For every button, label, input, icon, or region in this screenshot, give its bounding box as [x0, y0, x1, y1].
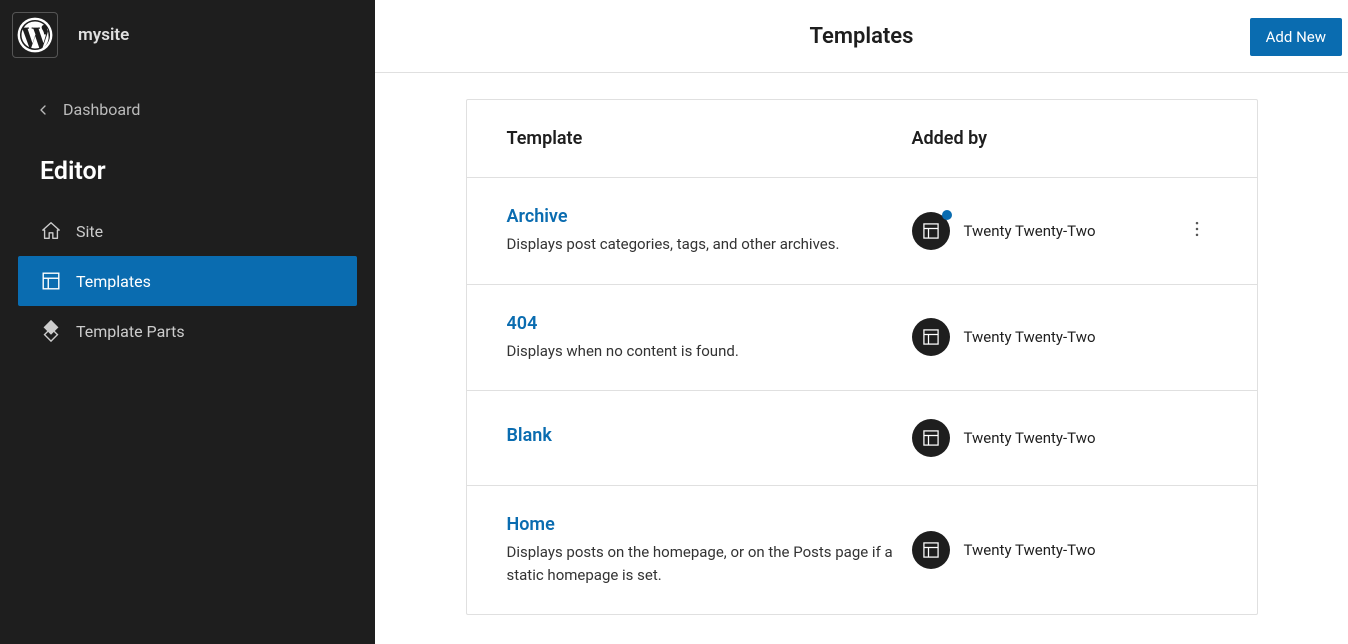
editor-nav: Site Templates Template Parts: [0, 206, 375, 356]
template-description: Displays posts on the homepage, or on th…: [507, 541, 912, 586]
added-by-cell: Twenty Twenty-Two: [912, 318, 1177, 356]
added-by-cell: Twenty Twenty-Two: [912, 212, 1177, 250]
add-new-button[interactable]: Add New: [1250, 18, 1342, 56]
added-by-cell: Twenty Twenty-Two: [912, 531, 1177, 569]
wordpress-logo-icon: [12, 12, 58, 58]
layout-icon: [40, 270, 62, 292]
site-header[interactable]: mysite: [0, 0, 375, 70]
table-row: 404 Displays when no content is found. Twe…: [467, 285, 1257, 392]
editor-section-title: Editor: [0, 137, 375, 206]
layout-icon: [921, 327, 941, 347]
column-header-template: Template: [507, 128, 912, 149]
back-to-dashboard-link[interactable]: Dashboard: [0, 70, 375, 137]
template-description: Displays post categories, tags, and othe…: [507, 233, 912, 256]
theme-name: Twenty Twenty-Two: [964, 429, 1096, 447]
nav-item-label: Templates: [76, 272, 151, 291]
template-name-link[interactable]: Home: [507, 514, 912, 535]
main-content: Templates Add New Template Added by Arch…: [375, 0, 1348, 644]
table-header-row: Template Added by: [467, 100, 1257, 178]
layout-icon: [921, 540, 941, 560]
nav-item-template-parts[interactable]: Template Parts: [18, 306, 357, 356]
theme-name: Twenty Twenty-Two: [964, 328, 1096, 346]
template-name-link[interactable]: Archive: [507, 206, 912, 227]
nav-item-site[interactable]: Site: [18, 206, 357, 256]
theme-icon: [912, 531, 950, 569]
layout-icon: [921, 221, 941, 241]
template-description: Displays when no content is found.: [507, 340, 912, 363]
added-by-cell: Twenty Twenty-Two: [912, 419, 1177, 457]
template-name-link[interactable]: 404: [507, 313, 912, 334]
page-header: Templates Add New: [375, 0, 1348, 73]
sidebar: mysite Dashboard Editor Site Templates: [0, 0, 375, 644]
table-row: Blank Twenty Twenty-Two: [467, 391, 1257, 486]
back-link-label: Dashboard: [63, 100, 140, 119]
table-body: Archive Displays post categories, tags, a…: [467, 178, 1257, 614]
layout-icon: [921, 428, 941, 448]
nav-item-label: Site: [76, 222, 103, 241]
more-vertical-icon: [1187, 219, 1207, 239]
theme-icon: [912, 212, 950, 250]
theme-icon: [912, 318, 950, 356]
table-row: Home Displays posts on the homepage, or o…: [467, 486, 1257, 614]
templates-table: Template Added by Archive Displays post c…: [466, 99, 1258, 615]
theme-name: Twenty Twenty-Two: [964, 222, 1096, 240]
template-name-link[interactable]: Blank: [507, 425, 912, 446]
nav-item-templates[interactable]: Templates: [18, 256, 357, 306]
chevron-left-icon: [35, 102, 51, 118]
content-area: Template Added by Archive Displays post c…: [375, 73, 1348, 644]
site-title: mysite: [78, 25, 129, 45]
theme-icon: [912, 419, 950, 457]
template-parts-icon: [40, 320, 62, 342]
table-row: Archive Displays post categories, tags, a…: [467, 178, 1257, 285]
row-actions-button[interactable]: [1187, 219, 1207, 243]
customized-indicator-dot: [942, 210, 952, 220]
page-title: Templates: [810, 24, 914, 49]
nav-item-label: Template Parts: [76, 322, 185, 341]
home-icon: [40, 220, 62, 242]
theme-name: Twenty Twenty-Two: [964, 541, 1096, 559]
column-header-added-by: Added by: [912, 128, 1177, 149]
